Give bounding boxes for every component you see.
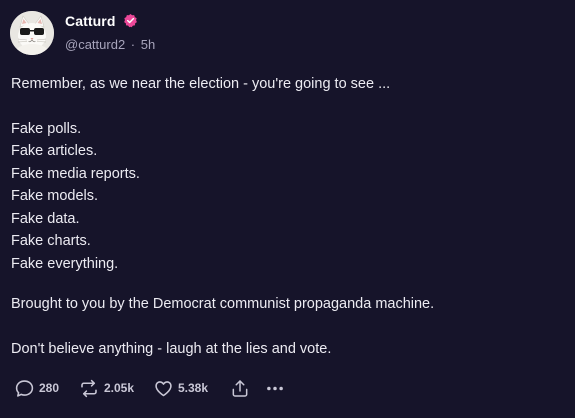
- reply-icon: [14, 378, 35, 399]
- post-list-item: Fake everything.: [11, 256, 119, 272]
- post-text-intro: Remember, as we near the election - you'…: [11, 76, 391, 92]
- post-text-brought: Brought to you by the Democrat communist…: [11, 296, 435, 312]
- share-button[interactable]: [230, 376, 250, 400]
- like-button[interactable]: 5.38k: [153, 376, 208, 400]
- reply-count: 280: [39, 381, 60, 395]
- like-icon: [153, 378, 174, 399]
- share-icon: [230, 378, 250, 399]
- verified-badge-icon: [123, 13, 138, 28]
- repost-count: 2.05k: [104, 381, 135, 395]
- repost-button[interactable]: 2.05k: [78, 376, 134, 400]
- post-list-item: Fake media reports.: [11, 166, 140, 182]
- cat-avatar[interactable]: [10, 11, 54, 55]
- post-card: Catturd @catturd2 · 5h Remember, as we n…: [0, 0, 575, 418]
- post-list-item: Fake charts.: [11, 233, 91, 249]
- post-list-item: Fake models.: [11, 188, 99, 204]
- post-timestamp[interactable]: 5h: [141, 37, 155, 52]
- post-list-item: Fake data.: [11, 211, 80, 227]
- author-meta: @catturd2 · 5h: [65, 37, 155, 52]
- more-icon: [264, 378, 286, 399]
- meta-separator: ·: [130, 37, 136, 52]
- reply-button[interactable]: 280: [14, 376, 59, 400]
- post-list-item: Fake polls.: [11, 121, 82, 137]
- post-list-item: Fake articles.: [11, 143, 98, 159]
- like-count: 5.38k: [178, 381, 209, 395]
- author-handle[interactable]: @catturd2: [65, 37, 125, 52]
- author-display-name[interactable]: Catturd: [65, 13, 115, 29]
- repost-icon: [78, 378, 100, 399]
- post-text-closing: Don't believe anything - laugh at the li…: [11, 341, 332, 357]
- more-options-button[interactable]: [264, 376, 286, 400]
